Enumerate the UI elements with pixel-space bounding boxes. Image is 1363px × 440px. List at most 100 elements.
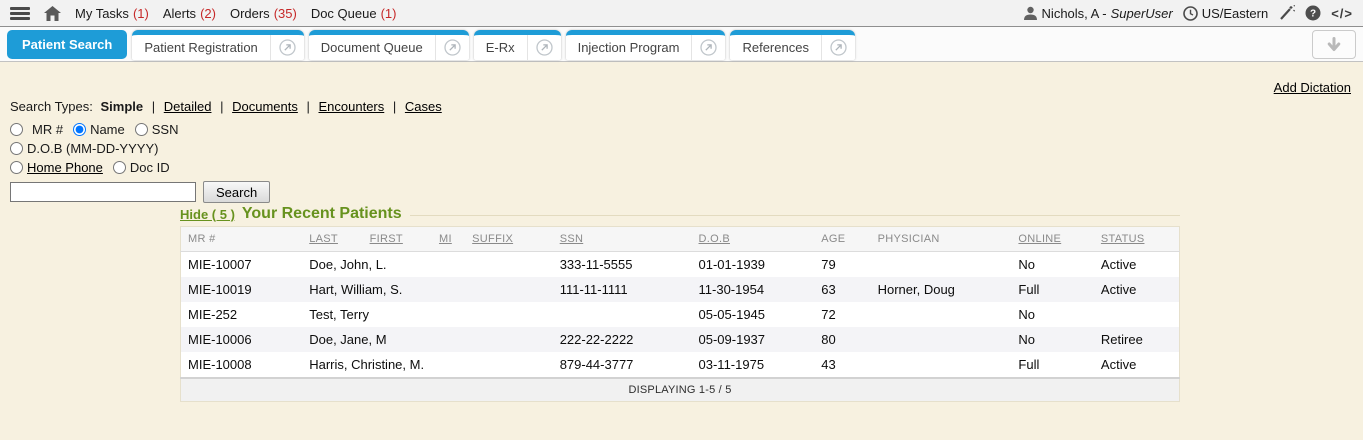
cell-dob: 11-30-1954 [692, 277, 815, 302]
search-type-documents[interactable]: Documents [232, 99, 298, 114]
search-type-cases[interactable]: Cases [405, 99, 442, 114]
radio-mr-input[interactable] [10, 123, 23, 136]
popout-icon[interactable] [435, 35, 469, 60]
col-online[interactable]: ONLINE [1011, 227, 1093, 252]
tab-e-rx[interactable]: E-Rx [474, 30, 561, 60]
user-menu[interactable]: Nichols, A - SuperUser [1023, 6, 1173, 21]
radio-home-phone-input[interactable] [10, 161, 23, 174]
patient-row[interactable]: MIE-252 Test, Terry 05-05-1945 72 No [181, 302, 1180, 327]
nav-my-tasks[interactable]: My Tasks (1) [75, 6, 149, 21]
patient-row[interactable]: MIE-10019 Hart, William, S. 111-11-1111 … [181, 277, 1180, 302]
radio-ssn-label: SSN [152, 122, 179, 137]
cell-ssn: 111-11-1111 [553, 277, 692, 302]
cell-name: Doe, John, L. [302, 252, 552, 278]
radio-name-input[interactable] [73, 123, 86, 136]
popout-icon[interactable] [821, 35, 855, 60]
separator: | [152, 99, 155, 114]
nav-orders[interactable]: Orders (35) [230, 6, 297, 21]
separator: | [393, 99, 396, 114]
add-dictation-link[interactable]: Add Dictation [1274, 80, 1351, 95]
separator: | [306, 99, 309, 114]
radio-dob-input[interactable] [10, 142, 23, 155]
menu-icon[interactable] [10, 5, 30, 22]
col-suffix[interactable]: SUFFIX [465, 227, 553, 252]
recent-patients-panel: Hide ( 5 ) Your Recent Patients MR # LAS… [180, 205, 1180, 402]
user-name: Nichols, A - [1042, 6, 1107, 21]
nav-label: Doc Queue [311, 6, 377, 21]
cell-physician [871, 352, 1012, 378]
hide-recent-link[interactable]: Hide ( 5 ) [180, 207, 235, 222]
recent-patients-title: Your Recent Patients [242, 205, 402, 223]
search-type-detailed[interactable]: Detailed [164, 99, 212, 114]
wand-icon[interactable] [1278, 5, 1295, 21]
cell-online: No [1011, 302, 1093, 327]
cell-ssn: 333-11-5555 [553, 252, 692, 278]
separator: | [220, 99, 223, 114]
tab-label: Patient Registration [132, 35, 269, 60]
search-type-simple: Simple [101, 99, 144, 114]
cell-online: Full [1011, 277, 1093, 302]
recent-patients-table: MR # LAST FIRST MI SUFFIX SSN D.O.B AGE … [180, 226, 1180, 402]
nav-label: My Tasks [75, 6, 129, 21]
nav-count: (1) [381, 6, 397, 21]
cell-age: 63 [814, 277, 870, 302]
radio-doc-id-input[interactable] [113, 161, 126, 174]
displaying-count: DISPLAYING 1-5 / 5 [181, 378, 1180, 402]
col-mr: MR # [181, 227, 303, 252]
patient-row[interactable]: MIE-10006 Doe, Jane, M 222-22-2222 05-09… [181, 327, 1180, 352]
tab-patient-search[interactable]: Patient Search [7, 30, 127, 59]
cell-physician: Horner, Doug [871, 277, 1012, 302]
radio-home-phone-label: Home Phone [27, 160, 103, 175]
radio-ssn-input[interactable] [135, 123, 148, 136]
code-icon[interactable]: </> [1331, 6, 1353, 21]
search-button[interactable]: Search [203, 181, 270, 203]
user-icon [1023, 6, 1038, 21]
patient-row[interactable]: MIE-10008 Harris, Christine, M. 879-44-3… [181, 352, 1180, 378]
popout-icon[interactable] [691, 35, 725, 60]
col-status[interactable]: STATUS [1094, 227, 1180, 252]
col-ssn[interactable]: SSN [553, 227, 692, 252]
radio-mr: MR # [10, 122, 63, 137]
nav-label: Alerts [163, 6, 196, 21]
cell-age: 72 [814, 302, 870, 327]
popout-icon[interactable] [527, 35, 561, 60]
nav-count: (2) [200, 6, 216, 21]
table-footer-row: DISPLAYING 1-5 / 5 [181, 378, 1180, 402]
cell-name: Hart, William, S. [302, 277, 552, 302]
search-row: Search [10, 181, 442, 203]
col-first[interactable]: FIRST [363, 227, 432, 252]
col-mi[interactable]: MI [432, 227, 465, 252]
nav-count: (1) [133, 6, 149, 21]
tab-patient-registration[interactable]: Patient Registration [132, 30, 303, 60]
tab-label: References [730, 35, 820, 60]
radio-row-3: Home Phone Doc ID [10, 158, 442, 176]
search-types-label: Search Types: [10, 99, 93, 114]
cell-mr: MIE-10007 [181, 252, 303, 278]
cell-status: Retiree [1094, 327, 1180, 352]
search-type-encounters[interactable]: Encounters [319, 99, 385, 114]
user-role: SuperUser [1111, 6, 1173, 21]
tab-references[interactable]: References [730, 30, 854, 60]
recent-patients-header: Hide ( 5 ) Your Recent Patients [180, 205, 1180, 223]
cell-physician [871, 252, 1012, 278]
nav-alerts[interactable]: Alerts (2) [163, 6, 216, 21]
cell-physician [871, 327, 1012, 352]
patient-row[interactable]: MIE-10007 Doe, John, L. 333-11-5555 01-0… [181, 252, 1180, 278]
tab-injection-program[interactable]: Injection Program [566, 30, 726, 60]
popout-icon[interactable] [270, 35, 304, 60]
search-input[interactable] [10, 182, 196, 202]
tab-document-queue[interactable]: Document Queue [309, 30, 469, 60]
timezone-menu[interactable]: US/Eastern [1183, 6, 1268, 21]
cell-online: No [1011, 252, 1093, 278]
col-age: AGE [814, 227, 870, 252]
cell-physician [871, 302, 1012, 327]
help-icon[interactable]: ? [1305, 5, 1321, 21]
home-icon[interactable] [44, 6, 61, 21]
radio-name: Name [73, 122, 125, 137]
nav-doc-queue[interactable]: Doc Queue (1) [311, 6, 397, 21]
radio-row-2: D.O.B (MM-DD-YYYY) [10, 139, 442, 157]
collapse-tabs-button[interactable] [1312, 30, 1356, 59]
col-dob[interactable]: D.O.B [692, 227, 815, 252]
clock-icon [1183, 6, 1198, 21]
col-last[interactable]: LAST [302, 227, 362, 252]
